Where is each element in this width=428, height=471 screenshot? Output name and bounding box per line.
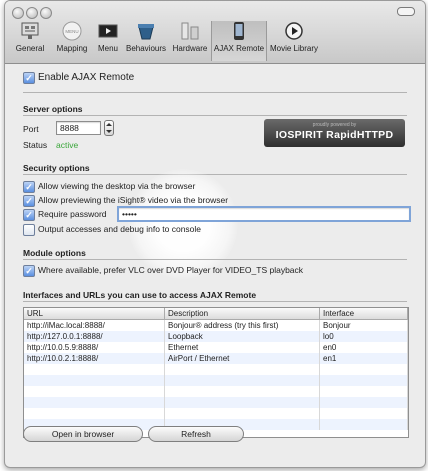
tab-mapping[interactable]: MENU Mapping: [52, 21, 92, 61]
security-options-title: Security options: [23, 163, 90, 173]
table-row[interactable]: http://127.0.0.1:8888/Loopback lo0: [24, 331, 408, 342]
description-cell: Bonjour® address (try this first): [164, 319, 320, 331]
description-cell: Loopback: [164, 331, 320, 342]
tab-ajax-remote[interactable]: AJAX Remote: [211, 21, 267, 61]
tab-general[interactable]: General: [11, 21, 49, 61]
prefer-vlc-label: Where available, prefer VLC over DVD Pla…: [38, 265, 304, 275]
rapidhttpd-badge[interactable]: proudly powered by IOSPIRIT RapidHTTPD: [264, 119, 405, 147]
tab-hardware[interactable]: Hardware: [170, 21, 210, 61]
ajax-remote-icon: [228, 21, 250, 41]
ajax-remote-pane: ✓ Enable AJAX Remote Server options Port…: [5, 64, 425, 467]
column-header-url[interactable]: URL: [24, 308, 165, 320]
table-row: [24, 375, 408, 386]
interfaces-table[interactable]: URL Description Interface http://iMac.lo…: [23, 307, 409, 438]
table-row[interactable]: http://10.0.5.9:8888/Ethernet en0: [24, 342, 408, 353]
server-options-title: Server options: [23, 104, 83, 114]
divider: [23, 115, 407, 116]
divider: [23, 92, 407, 93]
column-header-description[interactable]: Description: [164, 308, 320, 320]
status-value: active: [56, 140, 79, 150]
open-in-browser-button[interactable]: Open in browser: [23, 426, 143, 442]
tab-behaviours[interactable]: Behaviours: [124, 21, 168, 61]
require-password-checkbox[interactable]: ✓: [23, 209, 35, 221]
url-cell: http://iMac.local:8888/: [24, 319, 165, 331]
badge-caption: proudly powered by: [312, 122, 357, 128]
badge-title: IOSPIRIT RapidHTTPD: [275, 129, 394, 141]
tab-behaviours-label: Behaviours: [125, 44, 167, 53]
tab-movie-library[interactable]: Movie Library: [267, 21, 321, 61]
menu-icon: [97, 21, 119, 41]
interface-cell: en0: [319, 342, 408, 353]
general-icon: [19, 21, 41, 41]
divider: [23, 174, 407, 175]
preferences-window: General MENU Mapping Menu Behaviours Har…: [4, 0, 426, 468]
allow-isight-checkbox[interactable]: ✓: [23, 195, 35, 207]
url-cell: http://10.0.5.9:8888/: [24, 342, 165, 353]
interface-cell: Bonjour: [319, 319, 408, 331]
tab-menu[interactable]: Menu: [94, 21, 122, 61]
movie-library-icon: [283, 21, 305, 41]
port-label: Port: [23, 124, 39, 134]
table-row[interactable]: http://10.0.2.1:8888/AirPort / Ethernet e…: [24, 353, 408, 364]
behaviours-icon: [135, 21, 157, 41]
status-label: Status: [23, 140, 48, 150]
table-row: [24, 364, 408, 375]
mapping-icon: MENU: [61, 21, 83, 41]
divider: [23, 301, 407, 302]
interface-cell: en1: [319, 353, 408, 364]
column-header-interface[interactable]: Interface: [319, 308, 408, 320]
require-password-label: Require password: [38, 209, 107, 219]
refresh-button[interactable]: Refresh: [148, 426, 244, 442]
allow-desktop-label: Allow viewing the desktop via the browse…: [38, 181, 196, 191]
minimize-window-button[interactable]: [26, 7, 38, 19]
tab-ajax-remote-label: AJAX Remote: [213, 44, 265, 53]
port-stepper[interactable]: [104, 120, 114, 136]
port-input[interactable]: 8888: [56, 121, 101, 135]
toolbar-toggle-button[interactable]: [397, 7, 415, 16]
module-options-title: Module options: [23, 248, 86, 258]
table-row: [24, 397, 408, 408]
divider: [23, 259, 407, 260]
prefer-vlc-checkbox[interactable]: ✓: [23, 265, 35, 277]
table-row: [24, 408, 408, 419]
table-row: [24, 386, 408, 397]
tab-hardware-label: Hardware: [172, 44, 208, 53]
title-bar: General MENU Mapping Menu Behaviours Har…: [5, 1, 425, 64]
close-window-button[interactable]: [12, 7, 24, 19]
tab-general-label: General: [15, 44, 45, 53]
description-cell: Ethernet: [164, 342, 320, 353]
password-field[interactable]: •••••: [117, 206, 411, 222]
tab-mapping-label: Mapping: [56, 44, 88, 53]
description-cell: AirPort / Ethernet: [164, 353, 320, 364]
allow-isight-label: Allow previewing the iSight® video via t…: [38, 195, 229, 205]
enable-ajax-remote-label: Enable AJAX Remote: [38, 72, 135, 83]
zoom-window-button[interactable]: [40, 7, 52, 19]
tab-movie-library-label: Movie Library: [269, 44, 318, 53]
url-cell: http://10.0.2.1:8888/: [24, 353, 165, 364]
table-row[interactable]: http://iMac.local:8888/Bonjour® address …: [24, 319, 408, 331]
tab-menu-label: Menu: [97, 44, 118, 53]
allow-desktop-checkbox[interactable]: ✓: [23, 181, 35, 193]
debug-output-label: Output accesses and debug info to consol…: [38, 224, 202, 234]
hardware-icon: [179, 21, 201, 41]
url-cell: http://127.0.0.1:8888/: [24, 331, 165, 342]
interfaces-title: Interfaces and URLs you can use to acces…: [23, 290, 257, 300]
debug-output-checkbox[interactable]: [23, 224, 35, 236]
interface-cell: lo0: [319, 331, 408, 342]
mapping-icon-text: MENU: [65, 29, 78, 34]
enable-ajax-remote-checkbox[interactable]: ✓: [23, 72, 35, 84]
